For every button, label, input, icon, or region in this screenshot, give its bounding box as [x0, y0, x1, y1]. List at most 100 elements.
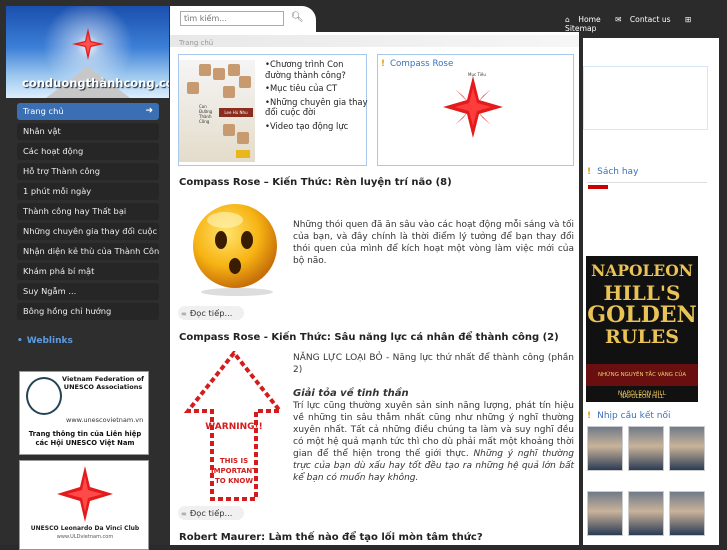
person-photo [237, 132, 249, 144]
person-photo [223, 86, 235, 98]
arrow-right-icon: ➜ [145, 106, 153, 116]
breadcrumb-bar [170, 35, 579, 47]
logo-text: conduongthànhcong.com [22, 76, 169, 90]
home-link[interactable]: ⌂ Home [565, 15, 607, 24]
nav-item-bong-hong[interactable]: Bông hồng chỉ hướng [17, 303, 159, 320]
program-link[interactable]: •Những chuyên gia thay đổi cuộc đời [265, 97, 369, 118]
nav-item-label: Các hoạt động [23, 146, 84, 156]
book-author: Lee Hú Nhu [219, 108, 253, 117]
nav-item-label: Những chuyên gia thay đổi cuộc đời [23, 226, 159, 236]
weblinks-heading: • Weblinks [17, 336, 77, 346]
nav-item-ho-tro[interactable]: Hỗ trợ Thành công [17, 163, 159, 180]
nav-item-bi-mat[interactable]: Khám phá bí mật [17, 263, 159, 280]
site-logo[interactable]: conduongthànhcong.com [6, 6, 169, 98]
nav-item-label: Nhân vật [23, 126, 61, 136]
link-icon: ∞ [181, 310, 187, 318]
nav-item-label: 1 phút mỗi ngày [23, 186, 92, 196]
nhip-cau-title: Nhịp cầu kết nối [597, 411, 671, 421]
publisher-logo [236, 150, 250, 158]
person-photo [213, 68, 225, 80]
warning-text-3: TO KNOW [215, 477, 253, 485]
nav-item-nhan-vat[interactable]: Nhân vật [17, 123, 159, 140]
davinci-title: UNESCO Leonardo Da Vinci Club [30, 525, 140, 532]
unesco-vn-title: Vietnam Federation of UNESCO Association… [62, 375, 144, 391]
book-cover[interactable]: Con Đường Thành Công Lee Hú Nhu [179, 60, 255, 162]
nav-item-suy-ngam[interactable]: Suy Ngẫm ... [17, 283, 159, 300]
unesco-vn-banner[interactable]: Vietnam Federation of UNESCO Association… [19, 371, 149, 455]
article-subhead: Giải tỏa về tinh thần [293, 388, 409, 399]
read-more-button[interactable]: ∞ Đọc tiếp... [178, 306, 244, 320]
book-line-1: NAPOLEON [591, 261, 693, 280]
main-content: Trang chủ Con Đường Thành Công Lee Hú Nh… [170, 32, 579, 545]
program-link[interactable]: •Mục tiêu của CT [265, 83, 369, 94]
unesco-davinci-banner[interactable]: UNESCO Leonardo Da Vinci Club www.ULDvie… [19, 460, 149, 550]
member-photo[interactable] [628, 491, 664, 536]
read-more-label: Đọc tiếp... [189, 508, 233, 518]
bullet-icon: ! [587, 411, 592, 421]
contact-link[interactable]: ✉ Contact us [615, 15, 677, 24]
search-icon[interactable]: 🔍︎ [291, 12, 304, 24]
person-photo [187, 82, 199, 94]
program-link[interactable]: •Video tạo động lực [265, 121, 369, 132]
nav-item-label: Khám phá bí mật [23, 266, 95, 276]
golden-rules-book[interactable]: NAPOLEON HILL'S GOLDEN RULES NHỮNG NGUYÊ… [586, 256, 698, 402]
nav-item-label: Thành công hay Thất bại [23, 206, 127, 216]
member-photo[interactable] [587, 426, 623, 471]
book-title: Con Đường Thành Công [199, 104, 213, 124]
compass-rose-heading[interactable]: ! Compass Rose [381, 59, 453, 69]
nav-item-hoat-dong[interactable]: Các hoạt động [17, 143, 159, 160]
nav-item-chuyen-gia[interactable]: Những chuyên gia thay đổi cuộc đời [17, 223, 159, 240]
program-links: •Chương trình Con đường thành công? •Mục… [265, 59, 369, 134]
nav-item-home[interactable]: Trang chủ ➜ [17, 103, 159, 120]
breadcrumb[interactable]: Trang chủ [179, 39, 213, 47]
unesco-vn-desc: Trang thông tin của Liên hiệp các Hội UN… [28, 430, 142, 447]
davinci-url: www.ULDvietnam.com [56, 534, 114, 540]
nav-item-1-phut[interactable]: 1 phút mỗi ngày [17, 183, 159, 200]
article-title[interactable]: Robert Maurer: Làm thế nào để tạo lối mò… [179, 532, 483, 543]
nav-item-label: Trang chủ [23, 106, 64, 116]
sach-hay-title: Sách hay [597, 167, 639, 177]
member-photo[interactable] [587, 491, 623, 536]
sach-hay-marker [588, 185, 608, 189]
right-sidebar: ! Sách hay NAPOLEON HILL'S GOLDEN RULES N… [583, 38, 719, 545]
shocked-face-icon [193, 204, 277, 296]
nav-item-ke-thu[interactable]: Nhận diện kẻ thù của Thành Công [17, 243, 159, 260]
warning-title: WARNING!! [205, 422, 262, 432]
bullet-icon: • [17, 336, 23, 346]
unesco-badge-icon [26, 377, 62, 415]
search-area: 🔍︎ [170, 6, 316, 32]
book-line-4: RULES [605, 326, 679, 348]
weblinks-label: Weblinks [26, 336, 73, 346]
nav-item-label: Suy Ngẫm ... [23, 286, 77, 296]
unesco-vn-url: www.unescovietnam.vn [66, 416, 144, 424]
compass-star-icon[interactable] [443, 76, 503, 138]
compass-star-icon [57, 466, 113, 522]
nav-item-thanh-cong[interactable]: Thành công hay Thất bại [17, 203, 159, 220]
warning-sign-icon: WARNING!! THIS IS IMPORTANT TO KNOW [183, 351, 285, 501]
member-photo[interactable] [669, 491, 705, 536]
home-icon: ⌂ [565, 15, 573, 24]
program-link[interactable]: •Chương trình Con đường thành công? [265, 59, 369, 80]
warning-text-1: THIS IS [220, 457, 248, 465]
read-more-button[interactable]: ∞ Đọc tiếp... [178, 506, 244, 520]
article-text: Những thói quen đã ăn sâu vào các hoạt đ… [293, 220, 574, 266]
book-line-2: HILL'S [603, 281, 681, 305]
top-links: ⌂ Home ✉ Contact us ⊞ Sitemap [565, 15, 727, 33]
warning-text-2: IMPORTANT [211, 467, 257, 475]
link-icon: ∞ [181, 510, 187, 518]
main-nav: Trang chủ ➜ Nhân vật Các hoạt động Hỗ trợ… [17, 103, 159, 323]
article-intro: NĂNG LỰC LOẠI BỎ - Năng lực thứ nhất để … [293, 353, 574, 375]
nav-item-label: Bông hồng chỉ hướng [23, 306, 112, 316]
member-photo[interactable] [669, 426, 705, 471]
sitemap-icon: ⊞ [685, 15, 692, 24]
read-more-label: Đọc tiếp... [189, 308, 233, 318]
article-title[interactable]: Compass Rose - Kiến Thức: Sâu năng lực c… [179, 332, 559, 343]
nhip-cau-heading: ! Nhịp cầu kết nối [587, 411, 671, 421]
contact-link-label: Contact us [629, 15, 671, 24]
nav-item-label: Nhận diện kẻ thù của Thành Công [23, 246, 159, 256]
member-photo[interactable] [628, 426, 664, 471]
nav-item-label: Hỗ trợ Thành công [23, 166, 101, 176]
search-input[interactable] [180, 11, 284, 26]
article-title[interactable]: Compass Rose – Kiến Thức: Rèn luyện trí … [179, 177, 452, 188]
book-line-3: GOLDEN [587, 302, 697, 328]
